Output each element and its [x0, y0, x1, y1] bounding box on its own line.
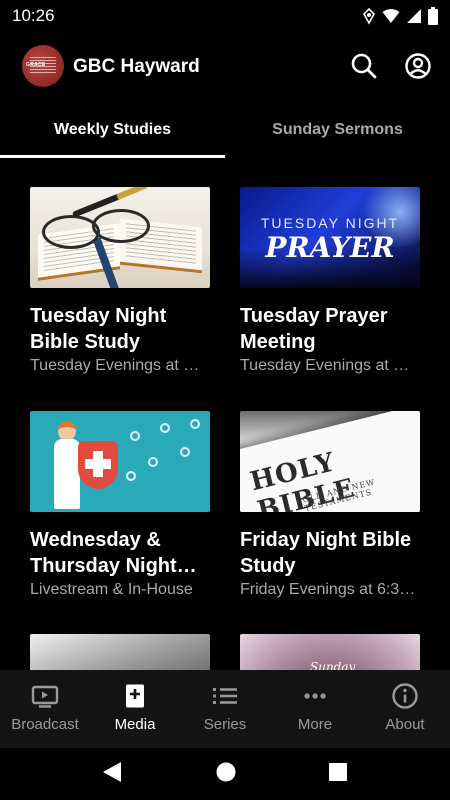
- recents-icon: [329, 763, 347, 781]
- app-title: GBC Hayward: [73, 56, 200, 77]
- nav-broadcast[interactable]: Broadcast: [0, 670, 90, 748]
- search-button[interactable]: [350, 52, 378, 80]
- list-icon: [213, 688, 237, 704]
- home-button[interactable]: [215, 760, 237, 789]
- card-thumbnail: Sunday: [240, 634, 420, 670]
- thumb-text: Sunday: [310, 660, 356, 670]
- card-subtitle: Tuesday Evenings at 7:00 PM: [30, 357, 206, 374]
- card-subtitle: Friday Evenings at 6:30 PM: [240, 581, 416, 598]
- media-card[interactable]: Wednesday & Thursday Night Studies Lives…: [30, 411, 210, 599]
- nav-label: Broadcast: [11, 716, 79, 733]
- card-thumbnail: [30, 411, 210, 512]
- status-time: 10:26: [12, 6, 55, 25]
- media-card[interactable]: TUESDAY NIGHT PRAYER Tuesday Prayer Meet…: [240, 187, 420, 375]
- media-card[interactable]: Sunday: [240, 634, 420, 670]
- battery-icon: [428, 7, 438, 30]
- card-thumbnail: TUESDAY NIGHT PRAYER: [240, 187, 420, 288]
- card-subtitle: Tuesday Evenings at 7:00 PM: [240, 357, 416, 374]
- card-thumbnail: [30, 187, 210, 288]
- tab-sunday-sermons[interactable]: Sunday Sermons: [225, 98, 450, 158]
- status-bar: 10:26: [0, 0, 450, 32]
- media-card[interactable]: [30, 634, 210, 670]
- tab-weekly-studies[interactable]: Weekly Studies: [0, 98, 225, 158]
- info-icon: [392, 683, 418, 709]
- card-title: Friday Night Bible Study: [240, 529, 412, 577]
- dots-icon: [304, 693, 326, 699]
- account-button[interactable]: [404, 52, 432, 80]
- signal-icon: [406, 8, 422, 29]
- card-title: Tuesday Night Bible Study: [30, 305, 167, 353]
- media-grid: Tuesday Night Bible Study Tuesday Evenin…: [0, 187, 450, 670]
- nav-label: Media: [114, 716, 156, 733]
- app-actions: [350, 52, 432, 80]
- recents-button[interactable]: [327, 760, 349, 789]
- tv-icon: [31, 685, 59, 708]
- bottom-nav: Broadcast Media Series More About: [0, 670, 450, 748]
- nav-label: More: [297, 716, 333, 733]
- app-bar: GRACE GBC Hayward: [0, 32, 450, 98]
- back-button[interactable]: [101, 760, 123, 789]
- nav-more[interactable]: More: [270, 670, 360, 748]
- card-title: Tuesday Prayer Meeting: [240, 305, 388, 353]
- nav-series[interactable]: Series: [180, 670, 270, 748]
- card-thumbnail: HOLY BIBLE OLD AND NEW TESTAMENTS: [240, 411, 420, 512]
- logo-text: GRACE: [26, 62, 46, 68]
- media-card[interactable]: Tuesday Night Bible Study Tuesday Evenin…: [30, 187, 210, 375]
- nav-label: Series: [203, 716, 247, 733]
- status-icons: [362, 7, 438, 30]
- wifi-icon: [382, 8, 400, 29]
- back-icon: [103, 762, 121, 782]
- nav-media[interactable]: Media: [90, 670, 180, 748]
- media-card[interactable]: HOLY BIBLE OLD AND NEW TESTAMENTS Friday…: [240, 411, 420, 599]
- card-thumbnail: [30, 634, 210, 670]
- book-plus-icon: [126, 684, 144, 708]
- thumb-text: PRAYER: [265, 231, 395, 264]
- account-icon: [405, 53, 431, 79]
- nav-label: About: [385, 716, 425, 733]
- home-icon: [216, 762, 236, 782]
- card-subtitle: Livestream & In-House: [30, 581, 193, 598]
- dnd-icon: [362, 7, 376, 30]
- thumb-text: TUESDAY NIGHT: [260, 215, 400, 231]
- nav-about[interactable]: About: [360, 670, 450, 748]
- tab-bar: Weekly Studies Sunday Sermons: [0, 98, 450, 158]
- card-title: Wednesday & Thursday Night Studies: [30, 529, 177, 577]
- system-nav-bar: [0, 748, 450, 800]
- search-icon: [351, 53, 377, 79]
- church-logo: GRACE: [22, 45, 64, 87]
